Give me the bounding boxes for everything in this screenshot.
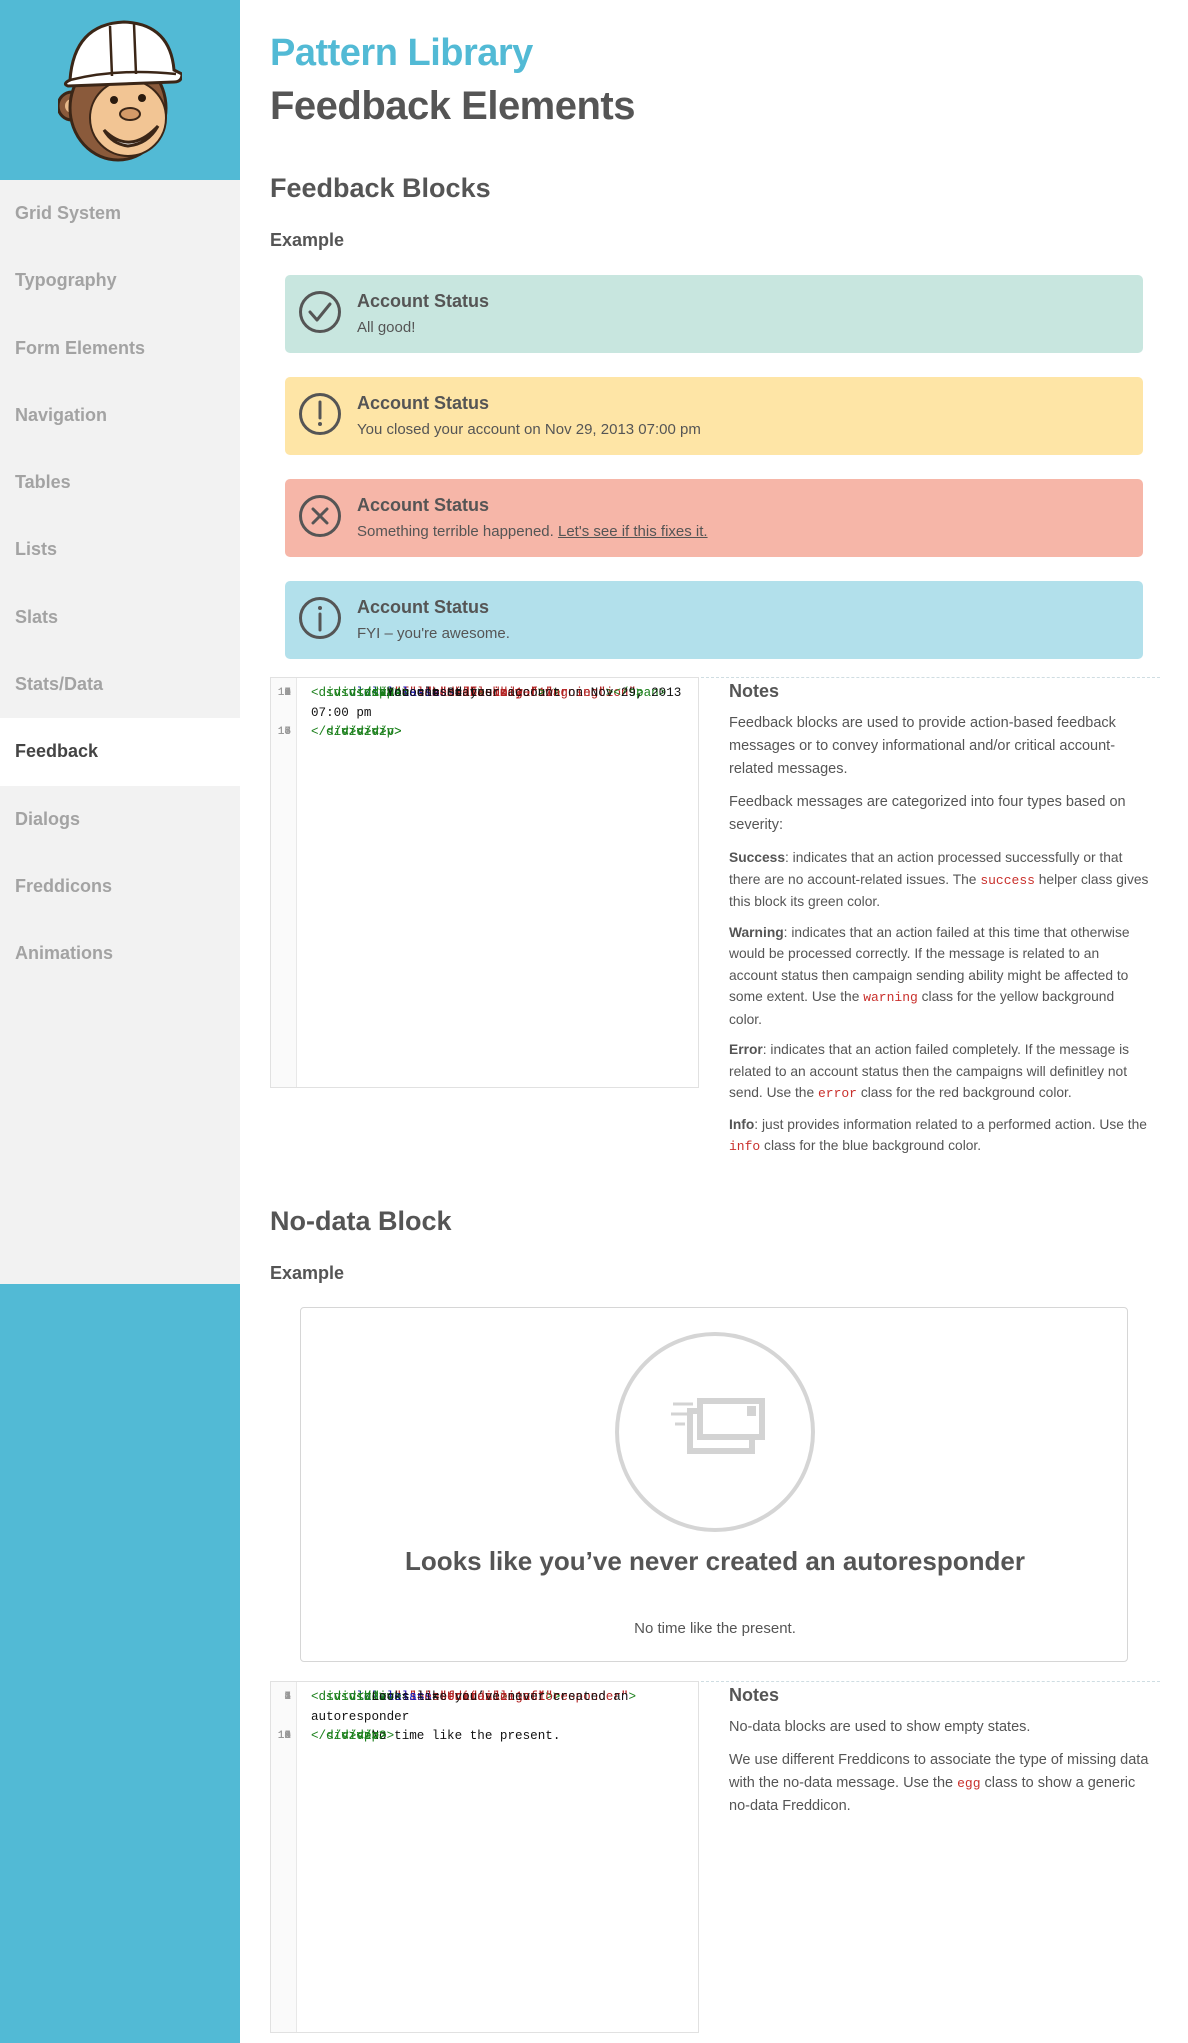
no-data-heading: Looks like you’ve never created an autor… (405, 1546, 1025, 1576)
sidebar-item-form-elements[interactable]: Form Elements (0, 315, 240, 382)
notes-paragraph: Feedback blocks are used to provide acti… (729, 715, 1116, 777)
feedback-title: Account Status (357, 393, 490, 413)
info-circle-icon (299, 597, 341, 639)
example-label: Example (270, 1263, 345, 1283)
check-circle-icon (299, 291, 341, 333)
sidebar-item-animations[interactable]: Animations (0, 920, 240, 987)
feedback-title: Account Status (357, 597, 490, 617)
sidebar-item-feedback[interactable]: Feedback (0, 718, 240, 786)
sidebar-nav: Grid System Typography Form Elements Nav… (0, 180, 240, 1284)
sidebar-item-lists[interactable]: Lists (0, 516, 240, 583)
feedback-text: FYI – you're awesome. (357, 625, 510, 642)
no-data-subtext: No time like the present. (634, 1620, 796, 1637)
feedback-block-warning: Account Status You closed your account o… (285, 377, 1143, 455)
code-sample[interactable]: 1 <div class="line section"> 2 <div class… (270, 1681, 699, 2033)
feedback-block-success: Account Status All good! (285, 275, 1143, 353)
library-title[interactable]: Pattern Library (270, 32, 533, 75)
line-number: 12 (277, 687, 291, 699)
notes-paragraph: We use different Freddicons to associate… (729, 1752, 1149, 1814)
notes-panel: Notes No-data blocks are used to show em… (729, 1685, 1149, 1828)
notes-warning: Warning: indicates that an action failed… (729, 924, 1130, 1027)
notes-title: Notes (729, 1685, 780, 1705)
line-number: 15 (277, 1730, 291, 1742)
feedback-title: Account Status (357, 495, 490, 515)
logo[interactable] (0, 0, 240, 180)
page-title: Feedback Elements (270, 84, 636, 128)
feedback-text-body: Something terrible happened. (357, 523, 554, 540)
example-label: Example (270, 230, 345, 250)
notes-success: Success: indicates that an action proces… (729, 850, 1149, 909)
section-title-no-data: No-data Block (270, 1206, 452, 1236)
sidebar-item-typography[interactable]: Typography (0, 247, 240, 314)
notes-panel: Notes Feedback blocks are used to provid… (729, 681, 1149, 1167)
sidebar-item-navigation[interactable]: Navigation (0, 382, 240, 449)
no-data-block: Looks like you’ve never created an autor… (300, 1307, 1128, 1662)
sidebar-item-stats-data[interactable]: Stats/Data (0, 651, 240, 718)
code-sample[interactable]: 1 <div class="feedback-block warning sect… (270, 677, 699, 1088)
feedback-text: You closed your account on Nov 29, 2013 … (357, 421, 701, 438)
feedback-block-info: Account Status FYI – you're awesome. (285, 581, 1143, 659)
line-number: 7 (284, 1691, 291, 1703)
feedback-text: Something terrible happened. Let's see i… (357, 523, 708, 540)
sidebar-item-grid-system[interactable]: Grid System (0, 180, 240, 247)
feedback-block-error: Account Status Something terrible happen… (285, 479, 1143, 557)
x-circle-icon (299, 495, 341, 537)
notes-info: Info: just provides information related … (729, 1116, 1147, 1155)
sidebar-item-tables[interactable]: Tables (0, 449, 240, 516)
sidebar: Grid System Typography Form Elements Nav… (0, 0, 240, 2043)
line-number: 18 (277, 726, 291, 738)
sidebar-item-slats[interactable]: Slats (0, 584, 240, 651)
notes-paragraph: No-data blocks are used to show empty st… (729, 1719, 1031, 1735)
notes-paragraph: Feedback messages are categorized into f… (729, 794, 1126, 833)
sidebar-item-freddicons[interactable]: Freddicons (0, 853, 240, 920)
notes-title: Notes (729, 681, 780, 701)
notes-error: Error: indicates that an action failed c… (729, 1042, 1130, 1101)
section-title-feedback-blocks: Feedback Blocks (270, 173, 491, 203)
freddie-logo-icon (58, 20, 182, 162)
feedback-link[interactable]: Let's see if this fixes it. (558, 523, 708, 540)
feedback-text: All good! (357, 319, 416, 336)
no-data-icon-circle (615, 1332, 815, 1532)
autoresponder-icon (671, 1398, 765, 1454)
exclamation-circle-icon (299, 393, 341, 435)
feedback-title: Account Status (357, 291, 490, 311)
sidebar-item-dialogs[interactable]: Dialogs (0, 786, 240, 853)
